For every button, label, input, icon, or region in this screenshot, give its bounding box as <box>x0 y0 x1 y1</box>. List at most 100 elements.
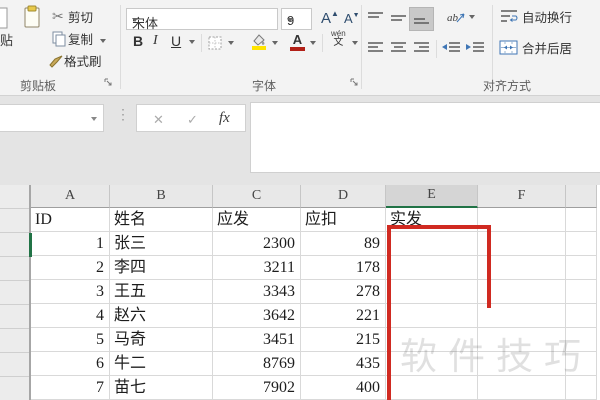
cell[interactable]: 278 <box>301 280 386 304</box>
divider-dots[interactable]: ⋮ <box>116 106 130 123</box>
cell[interactable] <box>478 280 566 304</box>
column-header-E[interactable]: E <box>386 185 478 208</box>
cell[interactable]: 应扣 <box>301 208 386 232</box>
cell[interactable]: 89 <box>301 232 386 256</box>
decrease-indent-icon[interactable] <box>441 42 461 54</box>
cell[interactable]: 7 <box>31 376 110 400</box>
format-painter-button[interactable]: 格式刷 <box>64 56 102 69</box>
align-center-icon[interactable] <box>390 42 407 54</box>
cell[interactable] <box>566 208 597 232</box>
cell[interactable] <box>566 280 597 304</box>
cell[interactable]: 3211 <box>213 256 301 280</box>
cell[interactable]: 8769 <box>213 352 301 376</box>
cell[interactable]: 221 <box>301 304 386 328</box>
cell[interactable]: 5 <box>31 328 110 352</box>
cut-button[interactable]: 剪切 <box>68 12 93 25</box>
cell[interactable] <box>478 256 566 280</box>
borders-icon[interactable] <box>208 36 222 50</box>
cell[interactable]: 张三 <box>110 232 213 256</box>
cell[interactable]: 苗七 <box>110 376 213 400</box>
paste-button-label[interactable]: 贴 <box>0 34 13 47</box>
clipboard-dialog-launcher-icon[interactable] <box>104 78 113 87</box>
cell[interactable]: ID <box>31 208 110 232</box>
enter-icon[interactable]: ✓ <box>187 112 198 128</box>
underline-button[interactable]: U <box>171 34 181 48</box>
cell[interactable]: 6 <box>31 352 110 376</box>
font-size-combo[interactable]: 9 <box>281 8 312 30</box>
column-header-partial[interactable] <box>566 185 597 208</box>
column-header-A[interactable]: A <box>31 185 110 208</box>
cancel-icon[interactable]: ✕ <box>153 112 164 128</box>
align-middle-icon[interactable] <box>390 11 407 25</box>
orientation-icon[interactable]: ab <box>447 9 465 25</box>
cell[interactable]: 215 <box>301 328 386 352</box>
column-header-F[interactable]: F <box>478 185 566 208</box>
cell[interactable]: 3 <box>31 280 110 304</box>
copy-button[interactable]: 复制 <box>68 34 93 47</box>
cell[interactable]: 应发 <box>213 208 301 232</box>
formula-input[interactable] <box>250 102 600 173</box>
orientation-dropdown-caret[interactable] <box>469 15 475 19</box>
cell[interactable]: 2 <box>31 256 110 280</box>
phonetic-guide-button[interactable]: wén 文 <box>331 30 346 48</box>
cell[interactable] <box>566 232 597 256</box>
paste-page-icon[interactable] <box>0 6 8 30</box>
cell[interactable]: 3642 <box>213 304 301 328</box>
cell[interactable] <box>566 256 597 280</box>
cell[interactable]: 2300 <box>213 232 301 256</box>
cell[interactable] <box>386 280 478 304</box>
increase-indent-icon[interactable] <box>465 42 485 54</box>
align-left-icon[interactable] <box>367 42 384 54</box>
cell[interactable]: 1 <box>31 232 110 256</box>
font-size-caret[interactable] <box>287 18 293 22</box>
column-header-C[interactable]: C <box>213 185 301 208</box>
wrap-text-button[interactable]: 自动换行 <box>522 12 572 25</box>
borders-dropdown-caret[interactable] <box>228 41 234 45</box>
insert-function-icon[interactable]: fx <box>219 110 230 127</box>
column-header-B[interactable]: B <box>110 185 213 208</box>
align-right-icon[interactable] <box>413 42 430 54</box>
align-bottom-selected-box[interactable] <box>409 7 434 31</box>
fill-color-dropdown-caret[interactable] <box>272 41 278 45</box>
name-box-caret[interactable] <box>91 117 97 121</box>
cell[interactable] <box>386 232 478 256</box>
cell[interactable]: 435 <box>301 352 386 376</box>
cell[interactable]: 3451 <box>213 328 301 352</box>
cell[interactable]: 7902 <box>213 376 301 400</box>
font-dialog-launcher-icon[interactable] <box>350 78 359 87</box>
align-top-icon[interactable] <box>367 11 384 25</box>
underline-dropdown-caret[interactable] <box>189 40 195 44</box>
grow-font-button[interactable]: A▲ <box>321 10 339 27</box>
cell[interactable]: 姓名 <box>110 208 213 232</box>
cell[interactable]: 李四 <box>110 256 213 280</box>
column-header-D[interactable]: D <box>301 185 386 208</box>
bold-button[interactable]: B <box>133 34 143 48</box>
cell[interactable] <box>478 208 566 232</box>
cell[interactable] <box>386 304 478 328</box>
shrink-font-button[interactable]: A▼ <box>344 12 360 25</box>
cell[interactable]: 牛二 <box>110 352 213 376</box>
cell[interactable]: 3343 <box>213 280 301 304</box>
paste-clipboard-icon[interactable] <box>23 5 41 29</box>
merge-center-button[interactable]: 合并后居 <box>522 43 572 56</box>
cell[interactable]: 赵六 <box>110 304 213 328</box>
font-color-icon[interactable]: A <box>290 33 305 51</box>
cell[interactable] <box>566 304 597 328</box>
italic-button[interactable]: I <box>153 34 158 48</box>
font-name-combo[interactable]: 宋体 <box>126 8 278 31</box>
font-name-caret[interactable] <box>132 18 138 22</box>
cell[interactable]: 马奇 <box>110 328 213 352</box>
cell[interactable]: 178 <box>301 256 386 280</box>
name-box[interactable] <box>0 104 104 132</box>
copy-dropdown-caret[interactable] <box>100 39 106 43</box>
cell[interactable]: 王五 <box>110 280 213 304</box>
cell[interactable] <box>478 304 566 328</box>
fill-color-icon[interactable] <box>250 33 268 50</box>
row-header-strip[interactable] <box>0 185 31 400</box>
phonetic-dropdown-caret[interactable] <box>352 41 358 45</box>
cell[interactable]: 4 <box>31 304 110 328</box>
font-color-dropdown-caret[interactable] <box>310 41 316 45</box>
cell[interactable] <box>478 232 566 256</box>
cell[interactable]: 400 <box>301 376 386 400</box>
cell[interactable] <box>386 256 478 280</box>
